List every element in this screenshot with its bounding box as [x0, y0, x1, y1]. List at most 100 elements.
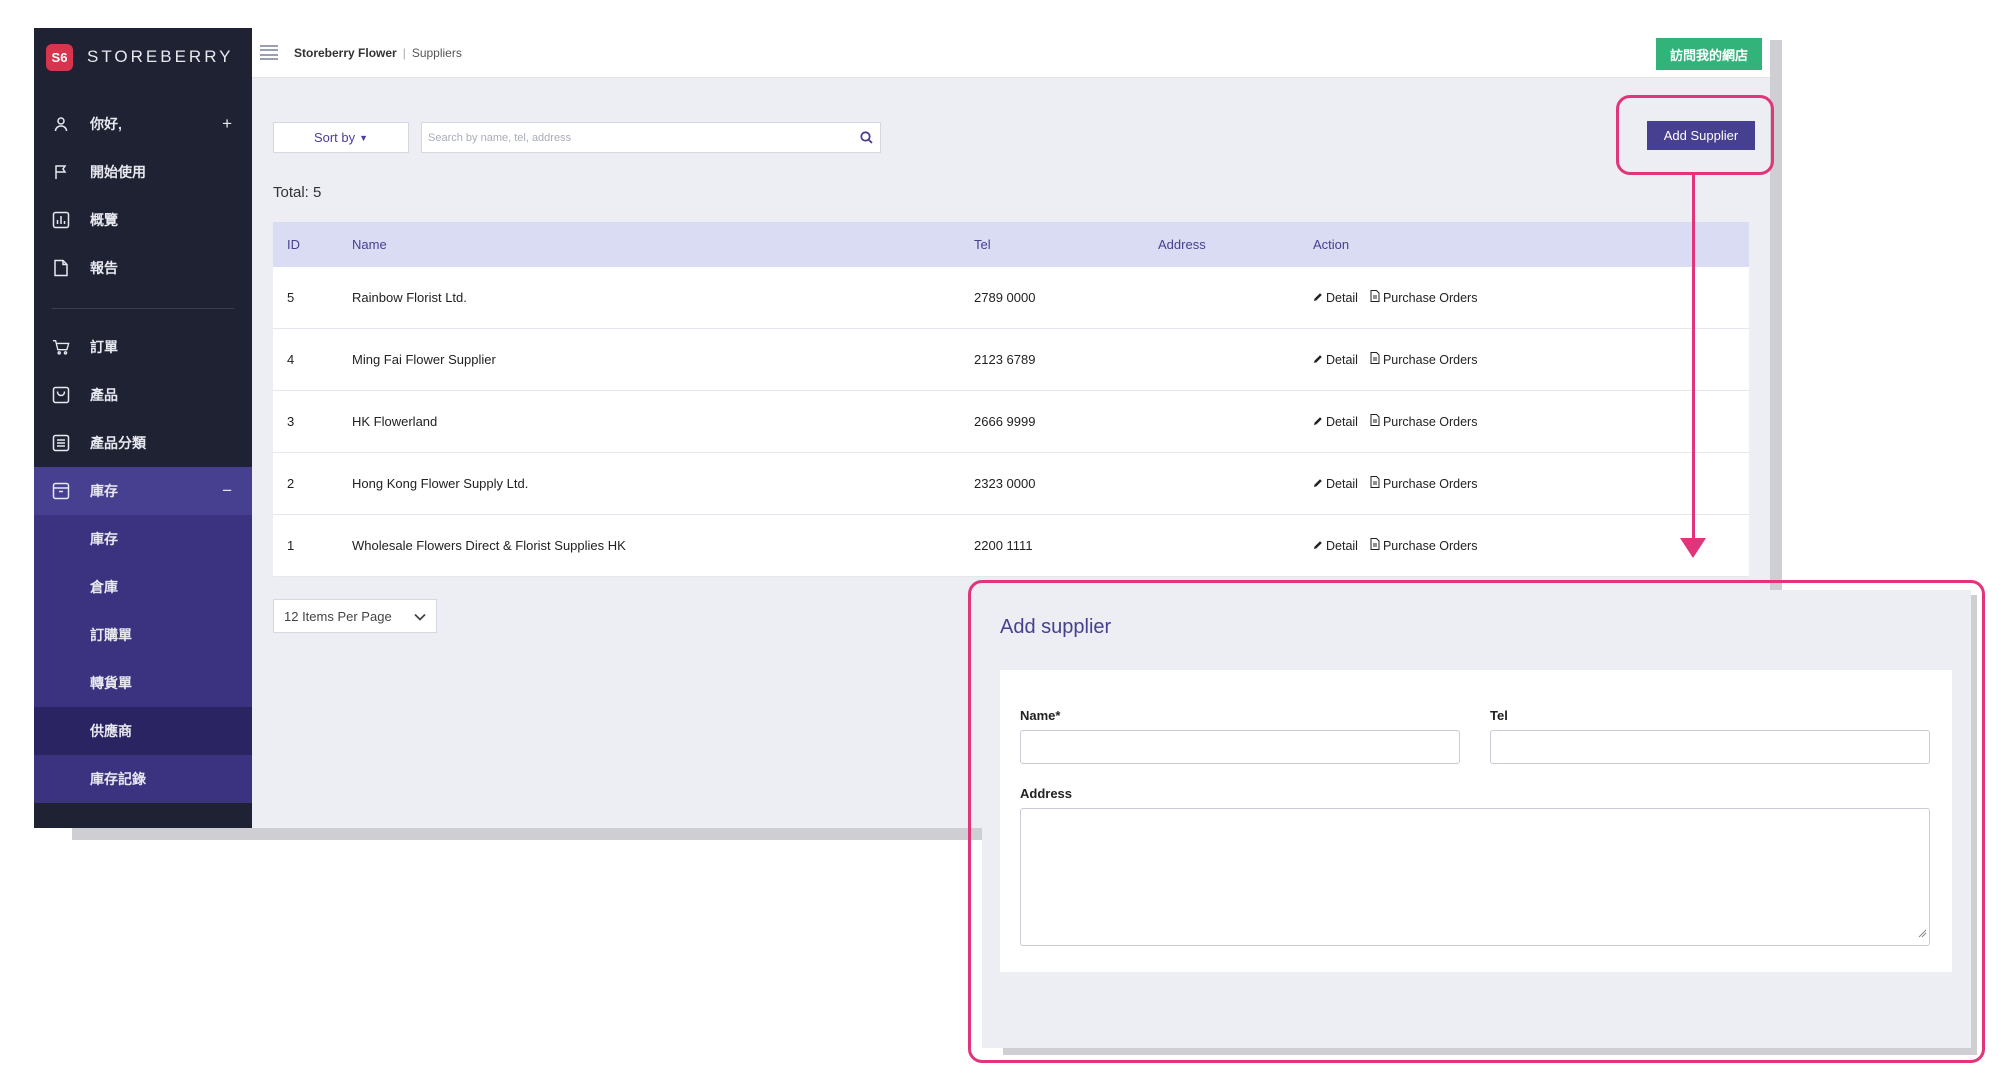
sidebar-item-orders[interactable]: 訂單 — [34, 323, 252, 371]
menu-toggle-icon[interactable] — [260, 44, 278, 61]
table-row: 3 HK Flowerland 2666 9999 Detail Purchase Or… — [273, 391, 1749, 453]
sidebar-item-reports[interactable]: 報告 — [34, 244, 252, 292]
cell-tel: 2323 0000 — [974, 476, 1036, 491]
document-icon — [1370, 476, 1383, 491]
highlight-modal — [968, 580, 1985, 1063]
search-icon[interactable] — [852, 131, 880, 144]
purchase-orders-link[interactable]: Purchase Orders — [1370, 476, 1477, 491]
cell-tel: 2789 0000 — [974, 290, 1036, 305]
header-action: Action — [1313, 237, 1350, 252]
detail-label: Detail — [1326, 352, 1358, 367]
document-icon — [1370, 352, 1383, 367]
chart-icon — [52, 211, 70, 229]
document-icon — [1370, 290, 1383, 305]
sidebar-subitem-suppliers[interactable]: 供應商 — [34, 707, 252, 755]
sidebar-item-inventory[interactable]: 庫存 − — [34, 467, 252, 515]
detail-label: Detail — [1326, 290, 1358, 305]
logo[interactable]: S6 STOREBERRY — [34, 28, 252, 86]
total-count: Total: 5 — [273, 184, 322, 201]
sort-button[interactable]: Sort by ▼ — [273, 122, 409, 153]
sidebar-item-label: 產品 — [90, 387, 118, 403]
cell-action: Detail Purchase Orders — [1313, 414, 1749, 429]
sidebar-subitem-stock[interactable]: 庫存 — [34, 515, 252, 563]
sidebar-item-categories[interactable]: 產品分類 — [34, 419, 252, 467]
sidebar-item-products[interactable]: 產品 — [34, 371, 252, 419]
cell-id: 2 — [287, 476, 295, 491]
pencil-icon — [1313, 353, 1326, 367]
sidebar-subitem-transfers[interactable]: 轉貨單 — [34, 659, 252, 707]
purchase-orders-link[interactable]: Purchase Orders — [1370, 352, 1477, 367]
collapse-icon[interactable]: − — [222, 481, 232, 501]
pencil-icon — [1313, 539, 1326, 553]
cell-name: Hong Kong Flower Supply Ltd. — [352, 476, 529, 491]
sidebar-item-label: 報告 — [90, 260, 118, 276]
sidebar-subitem-stock-records[interactable]: 庫存記錄 — [34, 755, 252, 803]
brand-name: STOREBERRY — [87, 47, 234, 66]
cell-name: Rainbow Florist Ltd. — [352, 290, 467, 305]
cell-name: Ming Fai Flower Supplier — [352, 352, 496, 367]
document-icon — [52, 259, 70, 277]
purchase-orders-label: Purchase Orders — [1382, 414, 1478, 429]
bag-icon — [52, 386, 70, 404]
breadcrumb-separator: | — [402, 45, 406, 60]
cell-tel: 2666 9999 — [974, 414, 1036, 429]
cell-id: 3 — [287, 414, 295, 429]
search-input[interactable] — [422, 131, 852, 144]
per-page-value: 12 Items Per Page — [284, 608, 392, 624]
cart-icon — [52, 338, 70, 356]
pencil-icon — [1313, 477, 1326, 491]
header-tel: Tel — [974, 237, 991, 252]
items-per-page-select[interactable]: 12 Items Per Page — [273, 599, 437, 633]
visit-store-button[interactable]: 訪問我的網店 — [1655, 38, 1762, 70]
sidebar-item-label: 產品分類 — [90, 435, 146, 451]
document-icon — [1370, 414, 1383, 429]
sidebar-item-getting-started[interactable]: 開始使用 — [34, 148, 252, 196]
detail-link[interactable]: Detail — [1313, 415, 1358, 429]
sidebar-divider — [52, 308, 234, 309]
purchase-orders-link[interactable]: Purchase Orders — [1370, 414, 1477, 429]
sidebar-item-label: 訂單 — [90, 339, 118, 355]
breadcrumb-page: Suppliers — [411, 45, 462, 60]
sidebar-item-overview[interactable]: 概覽 — [34, 196, 252, 244]
inventory-icon — [52, 482, 70, 500]
list-icon — [52, 434, 70, 452]
sidebar-subitem-warehouse[interactable]: 倉庫 — [34, 563, 252, 611]
header-address: Address — [1158, 237, 1206, 252]
purchase-orders-label: Purchase Orders — [1382, 352, 1478, 367]
sidebar-item-label: 你好, — [90, 116, 122, 132]
cell-name: Wholesale Flowers Direct & Florist Suppl… — [352, 538, 626, 553]
flag-icon — [52, 163, 70, 181]
cell-action: Detail Purchase Orders — [1313, 476, 1749, 491]
detail-link[interactable]: Detail — [1313, 539, 1358, 553]
table-row: 1 Wholesale Flowers Direct & Florist Supp… — [273, 515, 1749, 577]
purchase-orders-label: Purchase Orders — [1382, 476, 1478, 491]
search-box — [421, 122, 881, 153]
detail-link[interactable]: Detail — [1313, 291, 1358, 305]
table-row: 4 Ming Fai Flower Supplier 2123 6789 Detail… — [273, 329, 1749, 391]
user-icon — [52, 115, 70, 133]
sidebar-nav: 你好, + 開始使用 概覽 報告 訂單 產品 產品分類 庫存 − 庫存 倉庫 訂… — [34, 100, 252, 803]
purchase-orders-label: Purchase Orders — [1382, 538, 1478, 553]
sort-label: Sort by — [313, 130, 356, 145]
sidebar-item-greeting[interactable]: 你好, + — [34, 100, 252, 148]
header-id: ID — [287, 237, 300, 252]
cell-id: 1 — [287, 538, 295, 553]
purchase-orders-link[interactable]: Purchase Orders — [1370, 290, 1477, 305]
sidebar: S6 STOREBERRY 你好, + 開始使用 概覽 報告 訂單 產品 產品分… — [34, 28, 252, 828]
purchase-orders-link[interactable]: Purchase Orders — [1370, 538, 1477, 553]
annotation-arrow-line — [1692, 175, 1695, 540]
cell-tel: 2123 6789 — [974, 352, 1036, 367]
detail-link[interactable]: Detail — [1313, 477, 1358, 491]
detail-link[interactable]: Detail — [1313, 353, 1358, 367]
table-row: 2 Hong Kong Flower Supply Ltd. 2323 0000 De… — [273, 453, 1749, 515]
table-row: 5 Rainbow Florist Ltd. 2789 0000 Detail Purc… — [273, 267, 1749, 329]
expand-icon[interactable]: + — [222, 114, 232, 134]
sidebar-subitem-purchase-orders[interactable]: 訂購單 — [34, 611, 252, 659]
highlight-add-button — [1616, 95, 1774, 175]
cell-tel: 2200 1111 — [974, 538, 1033, 553]
detail-label: Detail — [1326, 538, 1358, 553]
logo-mark: S6 — [46, 43, 73, 71]
cell-name: HK Flowerland — [352, 414, 438, 429]
breadcrumb-shop[interactable]: Storeberry Flower — [294, 46, 397, 60]
pencil-icon — [1313, 415, 1326, 429]
